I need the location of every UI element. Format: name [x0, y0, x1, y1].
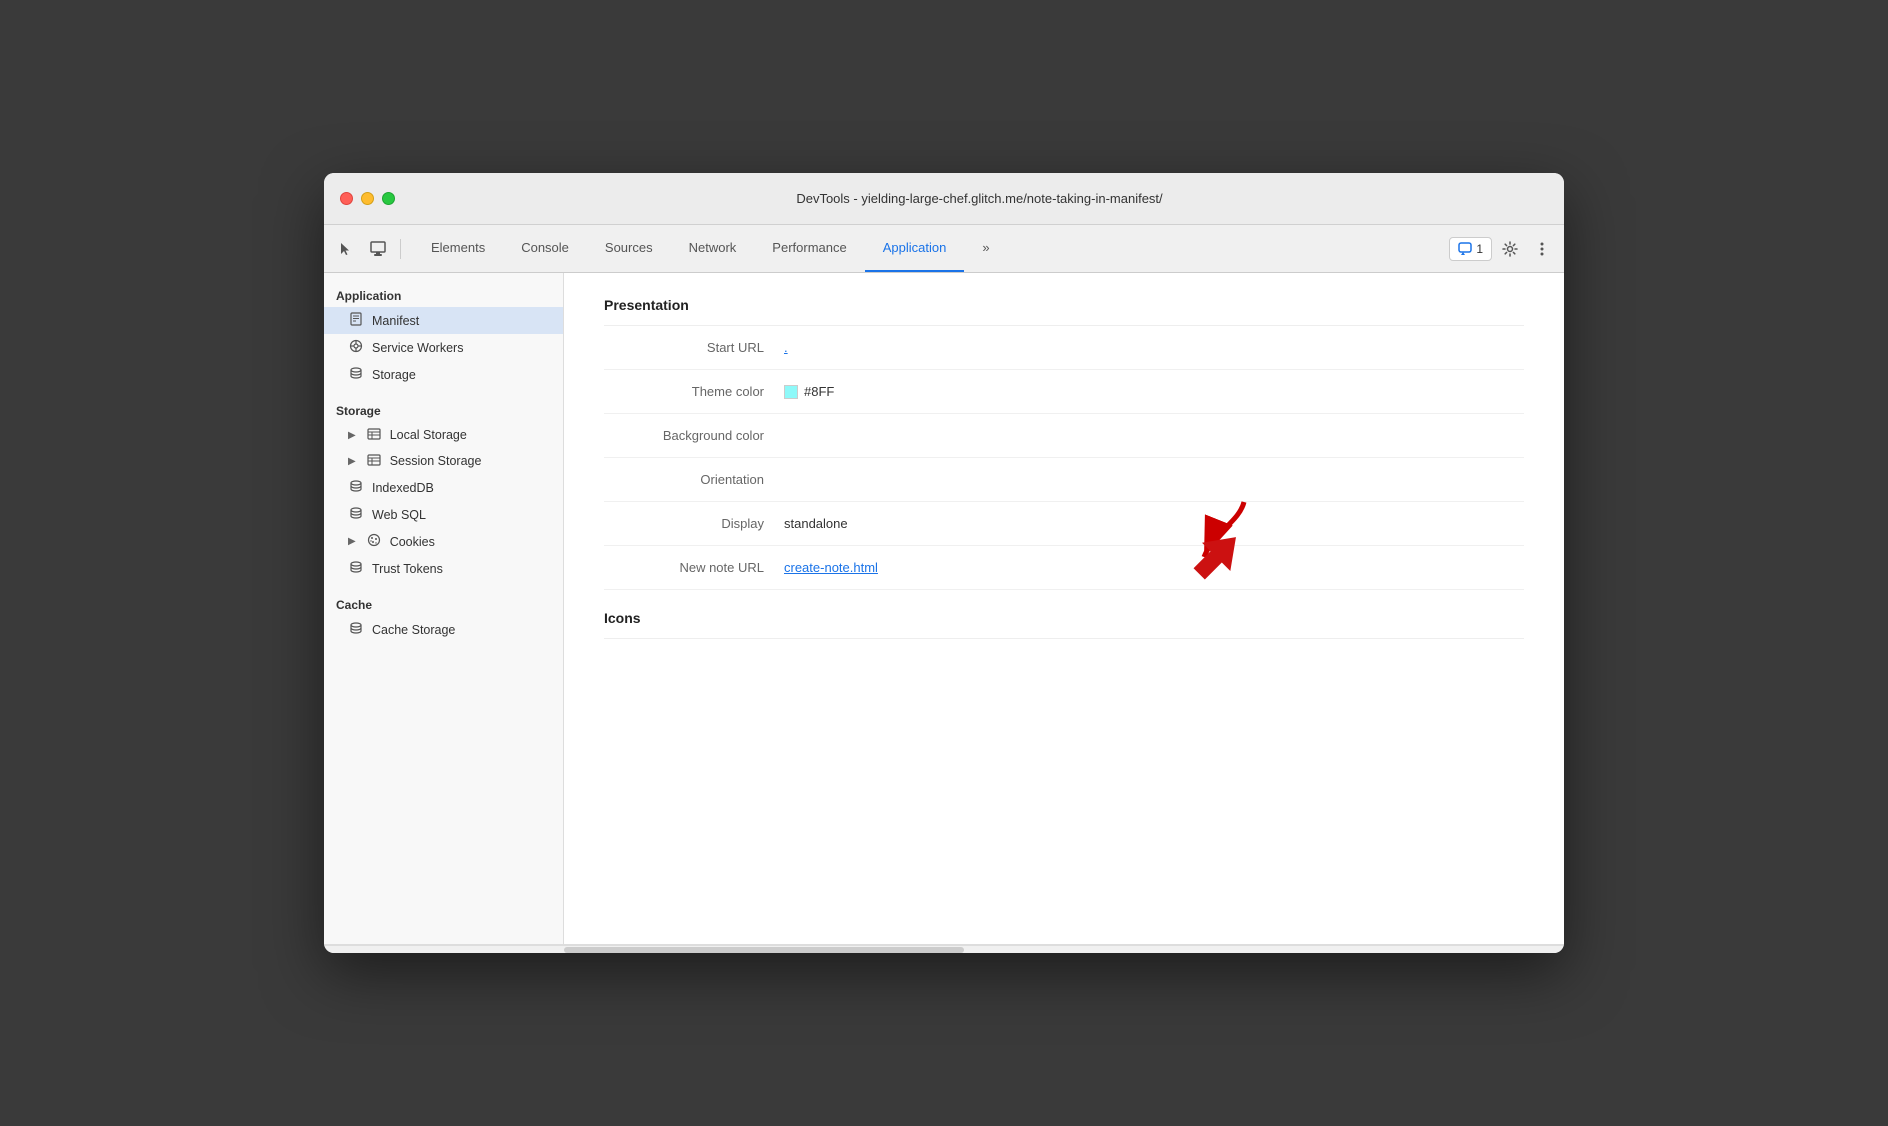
indexeddb-label: IndexedDB	[372, 481, 434, 495]
orientation-label: Orientation	[604, 472, 784, 487]
presentation-header: Presentation	[604, 297, 1524, 326]
session-storage-icon	[366, 453, 382, 469]
sidebar: Application Manifest	[324, 273, 564, 944]
session-storage-label: Session Storage	[390, 454, 482, 468]
trust-tokens-icon	[348, 560, 364, 577]
tab-network[interactable]: Network	[671, 225, 755, 272]
storage-icon	[348, 366, 364, 383]
new-note-url-row: New note URL create-note.html	[604, 546, 1524, 590]
cookies-icon	[366, 533, 382, 550]
main-content: Application Manifest	[324, 273, 1564, 944]
sidebar-item-cache-storage[interactable]: Cache Storage	[324, 616, 563, 643]
sidebar-item-session-storage[interactable]: ▶ Session Storage	[324, 448, 563, 474]
maximize-button[interactable]	[382, 192, 395, 205]
cookies-label: Cookies	[390, 535, 435, 549]
separator	[400, 239, 401, 259]
expand-icon: ▶	[348, 456, 356, 467]
panel-content: Presentation Start URL . Theme color #8F…	[564, 273, 1564, 663]
theme-color-row: Theme color #8FF	[604, 370, 1524, 414]
theme-color-swatch	[784, 385, 798, 399]
sidebar-item-indexeddb[interactable]: IndexedDB	[324, 474, 563, 501]
titlebar: DevTools - yielding-large-chef.glitch.me…	[324, 173, 1564, 225]
presentation-section: Presentation Start URL . Theme color #8F…	[604, 297, 1524, 590]
close-button[interactable]	[340, 192, 353, 205]
main-panel: Presentation Start URL . Theme color #8F…	[564, 273, 1564, 944]
web-sql-icon	[348, 506, 364, 523]
sidebar-section-storage: Storage	[324, 396, 563, 422]
tab-performance[interactable]: Performance	[754, 225, 864, 272]
panel-scrollbar-thumb	[564, 947, 964, 953]
sidebar-item-storage[interactable]: Storage	[324, 361, 563, 388]
more-options-icon[interactable]	[1528, 235, 1556, 263]
cursor-icon[interactable]	[332, 235, 360, 263]
tab-console[interactable]: Console	[503, 225, 587, 272]
sidebar-item-trust-tokens[interactable]: Trust Tokens	[324, 555, 563, 582]
local-storage-label: Local Storage	[390, 428, 467, 442]
expand-icon: ▶	[348, 430, 356, 441]
icons-header: Icons	[604, 610, 1524, 639]
indexeddb-icon	[348, 479, 364, 496]
start-url-value[interactable]: .	[784, 340, 788, 355]
sidebar-item-local-storage[interactable]: ▶ Local Storage	[324, 422, 563, 448]
icons-section: Icons	[604, 590, 1524, 639]
start-url-label: Start URL	[604, 340, 784, 355]
orientation-row: Orientation	[604, 458, 1524, 502]
local-storage-icon	[366, 427, 382, 443]
sidebar-item-web-sql[interactable]: Web SQL	[324, 501, 563, 528]
inspect-icon[interactable]	[364, 235, 392, 263]
display-value: standalone	[784, 516, 848, 531]
start-url-row: Start URL .	[604, 326, 1524, 370]
theme-color-label: Theme color	[604, 384, 784, 399]
web-sql-label: Web SQL	[372, 508, 426, 522]
display-row: Display standalone	[604, 502, 1524, 546]
settings-icon[interactable]	[1496, 235, 1524, 263]
bottom-bar	[324, 944, 1564, 953]
manifest-icon	[348, 312, 364, 329]
storage-label: Storage	[372, 368, 416, 382]
minimize-button[interactable]	[361, 192, 374, 205]
window-title: DevTools - yielding-large-chef.glitch.me…	[411, 191, 1548, 206]
trust-tokens-label: Trust Tokens	[372, 562, 443, 576]
new-note-url-label: New note URL	[604, 560, 784, 575]
sidebar-section-application: Application	[324, 281, 563, 307]
toolbar-right: 1	[1449, 235, 1556, 263]
background-color-row: Background color	[604, 414, 1524, 458]
theme-color-value: #8FF	[784, 384, 834, 399]
background-color-label: Background color	[604, 428, 784, 443]
red-arrow	[1174, 502, 1264, 597]
panel-scrollbar	[564, 945, 1564, 953]
sidebar-scrollbar	[324, 945, 564, 953]
toolbar: Elements Console Sources Network Perform…	[324, 225, 1564, 273]
service-workers-icon	[348, 339, 364, 356]
devtools-window: DevTools - yielding-large-chef.glitch.me…	[324, 173, 1564, 953]
sidebar-item-service-workers[interactable]: Service Workers	[324, 334, 563, 361]
comments-button[interactable]: 1	[1449, 237, 1492, 261]
tab-elements[interactable]: Elements	[413, 225, 503, 272]
new-note-url-value[interactable]: create-note.html	[784, 560, 878, 575]
cache-storage-label: Cache Storage	[372, 623, 455, 637]
toolbar-tabs: Elements Console Sources Network Perform…	[413, 225, 1008, 272]
expand-icon: ▶	[348, 536, 356, 547]
tab-more[interactable]: »	[964, 225, 1007, 272]
tab-application[interactable]: Application	[865, 225, 965, 272]
tab-sources[interactable]: Sources	[587, 225, 671, 272]
manifest-label: Manifest	[372, 314, 419, 328]
traffic-lights	[340, 192, 395, 205]
sidebar-item-cookies[interactable]: ▶ Cookies	[324, 528, 563, 555]
theme-color-text: #8FF	[804, 384, 834, 399]
sidebar-item-manifest[interactable]: Manifest	[324, 307, 563, 334]
display-label: Display	[604, 516, 784, 531]
comments-count: 1	[1476, 242, 1483, 256]
service-workers-label: Service Workers	[372, 341, 463, 355]
cache-storage-icon	[348, 621, 364, 638]
sidebar-section-cache: Cache	[324, 590, 563, 616]
